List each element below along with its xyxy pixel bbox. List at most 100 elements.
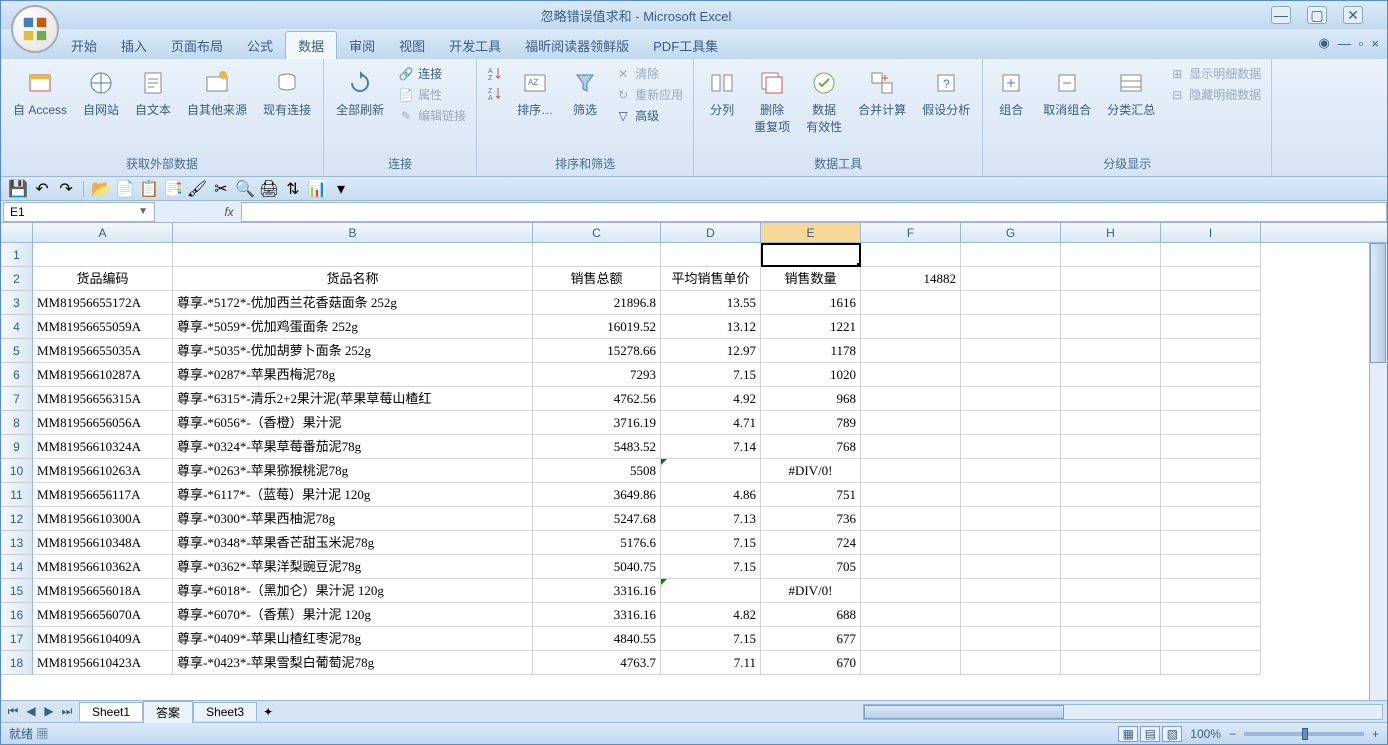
cell[interactable] xyxy=(961,555,1061,579)
normal-view-icon[interactable]: ▦ xyxy=(1118,726,1138,742)
cell[interactable]: 705 xyxy=(761,555,861,579)
cell[interactable] xyxy=(761,243,861,267)
close-workbook-icon[interactable]: × xyxy=(1371,36,1379,51)
cell[interactable]: 7.14 xyxy=(661,435,761,459)
cell[interactable]: 尊享-*5172*-优加西兰花香菇面条 252g xyxy=(173,291,533,315)
cell[interactable] xyxy=(1061,243,1161,267)
tab-data[interactable]: 数据 xyxy=(285,31,337,59)
cell[interactable] xyxy=(961,411,1061,435)
cell[interactable]: MM81956610300A xyxy=(33,507,173,531)
cell[interactable] xyxy=(173,243,533,267)
cell[interactable]: MM81956655035A xyxy=(33,339,173,363)
cell[interactable]: MM81956610324A xyxy=(33,435,173,459)
minimize-ribbon-icon[interactable]: — xyxy=(1338,36,1351,51)
cell[interactable] xyxy=(1061,603,1161,627)
row-header[interactable]: 3 xyxy=(1,291,33,315)
formula-input[interactable] xyxy=(241,202,1387,222)
tab-review[interactable]: 审阅 xyxy=(337,32,387,59)
tab-insert[interactable]: 插入 xyxy=(109,32,159,59)
cell[interactable] xyxy=(861,627,961,651)
tab-view[interactable]: 视图 xyxy=(387,32,437,59)
cell[interactable]: #DIV/0! xyxy=(761,459,861,483)
sheet-nav-first-icon[interactable]: ⏮ xyxy=(5,704,21,719)
cell[interactable] xyxy=(661,459,761,483)
cell[interactable]: 尊享-*6315*-清乐2+2果汁泥(苹果草莓山楂红 xyxy=(173,387,533,411)
cell[interactable] xyxy=(961,627,1061,651)
cell[interactable] xyxy=(1161,531,1261,555)
consolidate-button[interactable]: 合并计算 xyxy=(852,63,912,122)
col-header-C[interactable]: C xyxy=(533,223,661,242)
cell[interactable]: MM81956610287A xyxy=(33,363,173,387)
save-icon[interactable]: 💾 xyxy=(9,180,27,198)
cell[interactable]: 尊享-*6056*-（香橙）果汁泥 xyxy=(173,411,533,435)
minimize-button[interactable]: — xyxy=(1271,6,1291,24)
macro-icon[interactable]: ▦ xyxy=(36,727,48,741)
cell[interactable]: 尊享-*0287*-苹果西梅泥78g xyxy=(173,363,533,387)
col-header-B[interactable]: B xyxy=(173,223,533,242)
format-painter-icon[interactable]: 🖌 xyxy=(188,180,206,198)
cell[interactable] xyxy=(1161,243,1261,267)
cell[interactable] xyxy=(861,363,961,387)
row-header[interactable]: 14 xyxy=(1,555,33,579)
row-header[interactable]: 5 xyxy=(1,339,33,363)
cell[interactable]: #DIV/0! xyxy=(761,579,861,603)
page-layout-view-icon[interactable]: ▤ xyxy=(1140,726,1160,742)
cell[interactable] xyxy=(1161,387,1261,411)
text-to-columns-button[interactable]: 分列 xyxy=(700,63,744,122)
row-header[interactable]: 11 xyxy=(1,483,33,507)
cell[interactable] xyxy=(861,459,961,483)
col-header-H[interactable]: H xyxy=(1061,223,1161,242)
cell[interactable] xyxy=(1161,555,1261,579)
cell[interactable] xyxy=(861,291,961,315)
cell[interactable]: 7.11 xyxy=(661,651,761,675)
cell[interactable]: 尊享-*6117*-（蓝莓）果汁泥 120g xyxy=(173,483,533,507)
cell[interactable]: 销售总额 xyxy=(533,267,661,291)
cell[interactable]: 751 xyxy=(761,483,861,507)
cell[interactable] xyxy=(1161,291,1261,315)
cell[interactable] xyxy=(961,507,1061,531)
cell[interactable] xyxy=(1161,507,1261,531)
cell[interactable]: MM81956655172A xyxy=(33,291,173,315)
cell[interactable]: 1178 xyxy=(761,339,861,363)
vertical-scrollbar[interactable] xyxy=(1369,243,1387,700)
cell[interactable] xyxy=(861,339,961,363)
cell[interactable] xyxy=(861,651,961,675)
cell[interactable] xyxy=(1061,387,1161,411)
sheet-tab-1[interactable]: Sheet1 xyxy=(79,702,143,721)
cell[interactable]: 4.82 xyxy=(661,603,761,627)
cell[interactable] xyxy=(1061,411,1161,435)
cell[interactable] xyxy=(1161,459,1261,483)
cell[interactable] xyxy=(1161,267,1261,291)
cell[interactable] xyxy=(861,243,961,267)
office-button[interactable] xyxy=(11,5,59,53)
cell[interactable]: 1221 xyxy=(761,315,861,339)
cell[interactable]: 7.13 xyxy=(661,507,761,531)
cell[interactable] xyxy=(1161,651,1261,675)
tab-formulas[interactable]: 公式 xyxy=(235,32,285,59)
sheet-tab-2[interactable]: 答案 xyxy=(143,701,193,723)
col-header-D[interactable]: D xyxy=(661,223,761,242)
cell[interactable] xyxy=(1061,651,1161,675)
page-break-view-icon[interactable]: ▧ xyxy=(1162,726,1182,742)
row-header[interactable]: 9 xyxy=(1,435,33,459)
cell[interactable]: MM81956655059A xyxy=(33,315,173,339)
cell[interactable]: 15278.66 xyxy=(533,339,661,363)
cell[interactable] xyxy=(533,243,661,267)
paste-icon[interactable]: 📑 xyxy=(164,180,182,198)
cell[interactable] xyxy=(1061,435,1161,459)
cell[interactable] xyxy=(1161,315,1261,339)
cell[interactable] xyxy=(861,435,961,459)
row-header[interactable]: 2 xyxy=(1,267,33,291)
cell[interactable] xyxy=(961,387,1061,411)
sort-button[interactable]: AZ排序… xyxy=(511,63,559,122)
col-header-I[interactable]: I xyxy=(1161,223,1261,242)
cell[interactable]: 销售数量 xyxy=(761,267,861,291)
row-header[interactable]: 15 xyxy=(1,579,33,603)
tab-home[interactable]: 开始 xyxy=(59,32,109,59)
cell[interactable]: 736 xyxy=(761,507,861,531)
cell[interactable]: MM81956610362A xyxy=(33,555,173,579)
row-header[interactable]: 10 xyxy=(1,459,33,483)
cell[interactable] xyxy=(1061,507,1161,531)
name-box[interactable]: E1▼ xyxy=(3,202,155,222)
cell[interactable] xyxy=(1161,483,1261,507)
